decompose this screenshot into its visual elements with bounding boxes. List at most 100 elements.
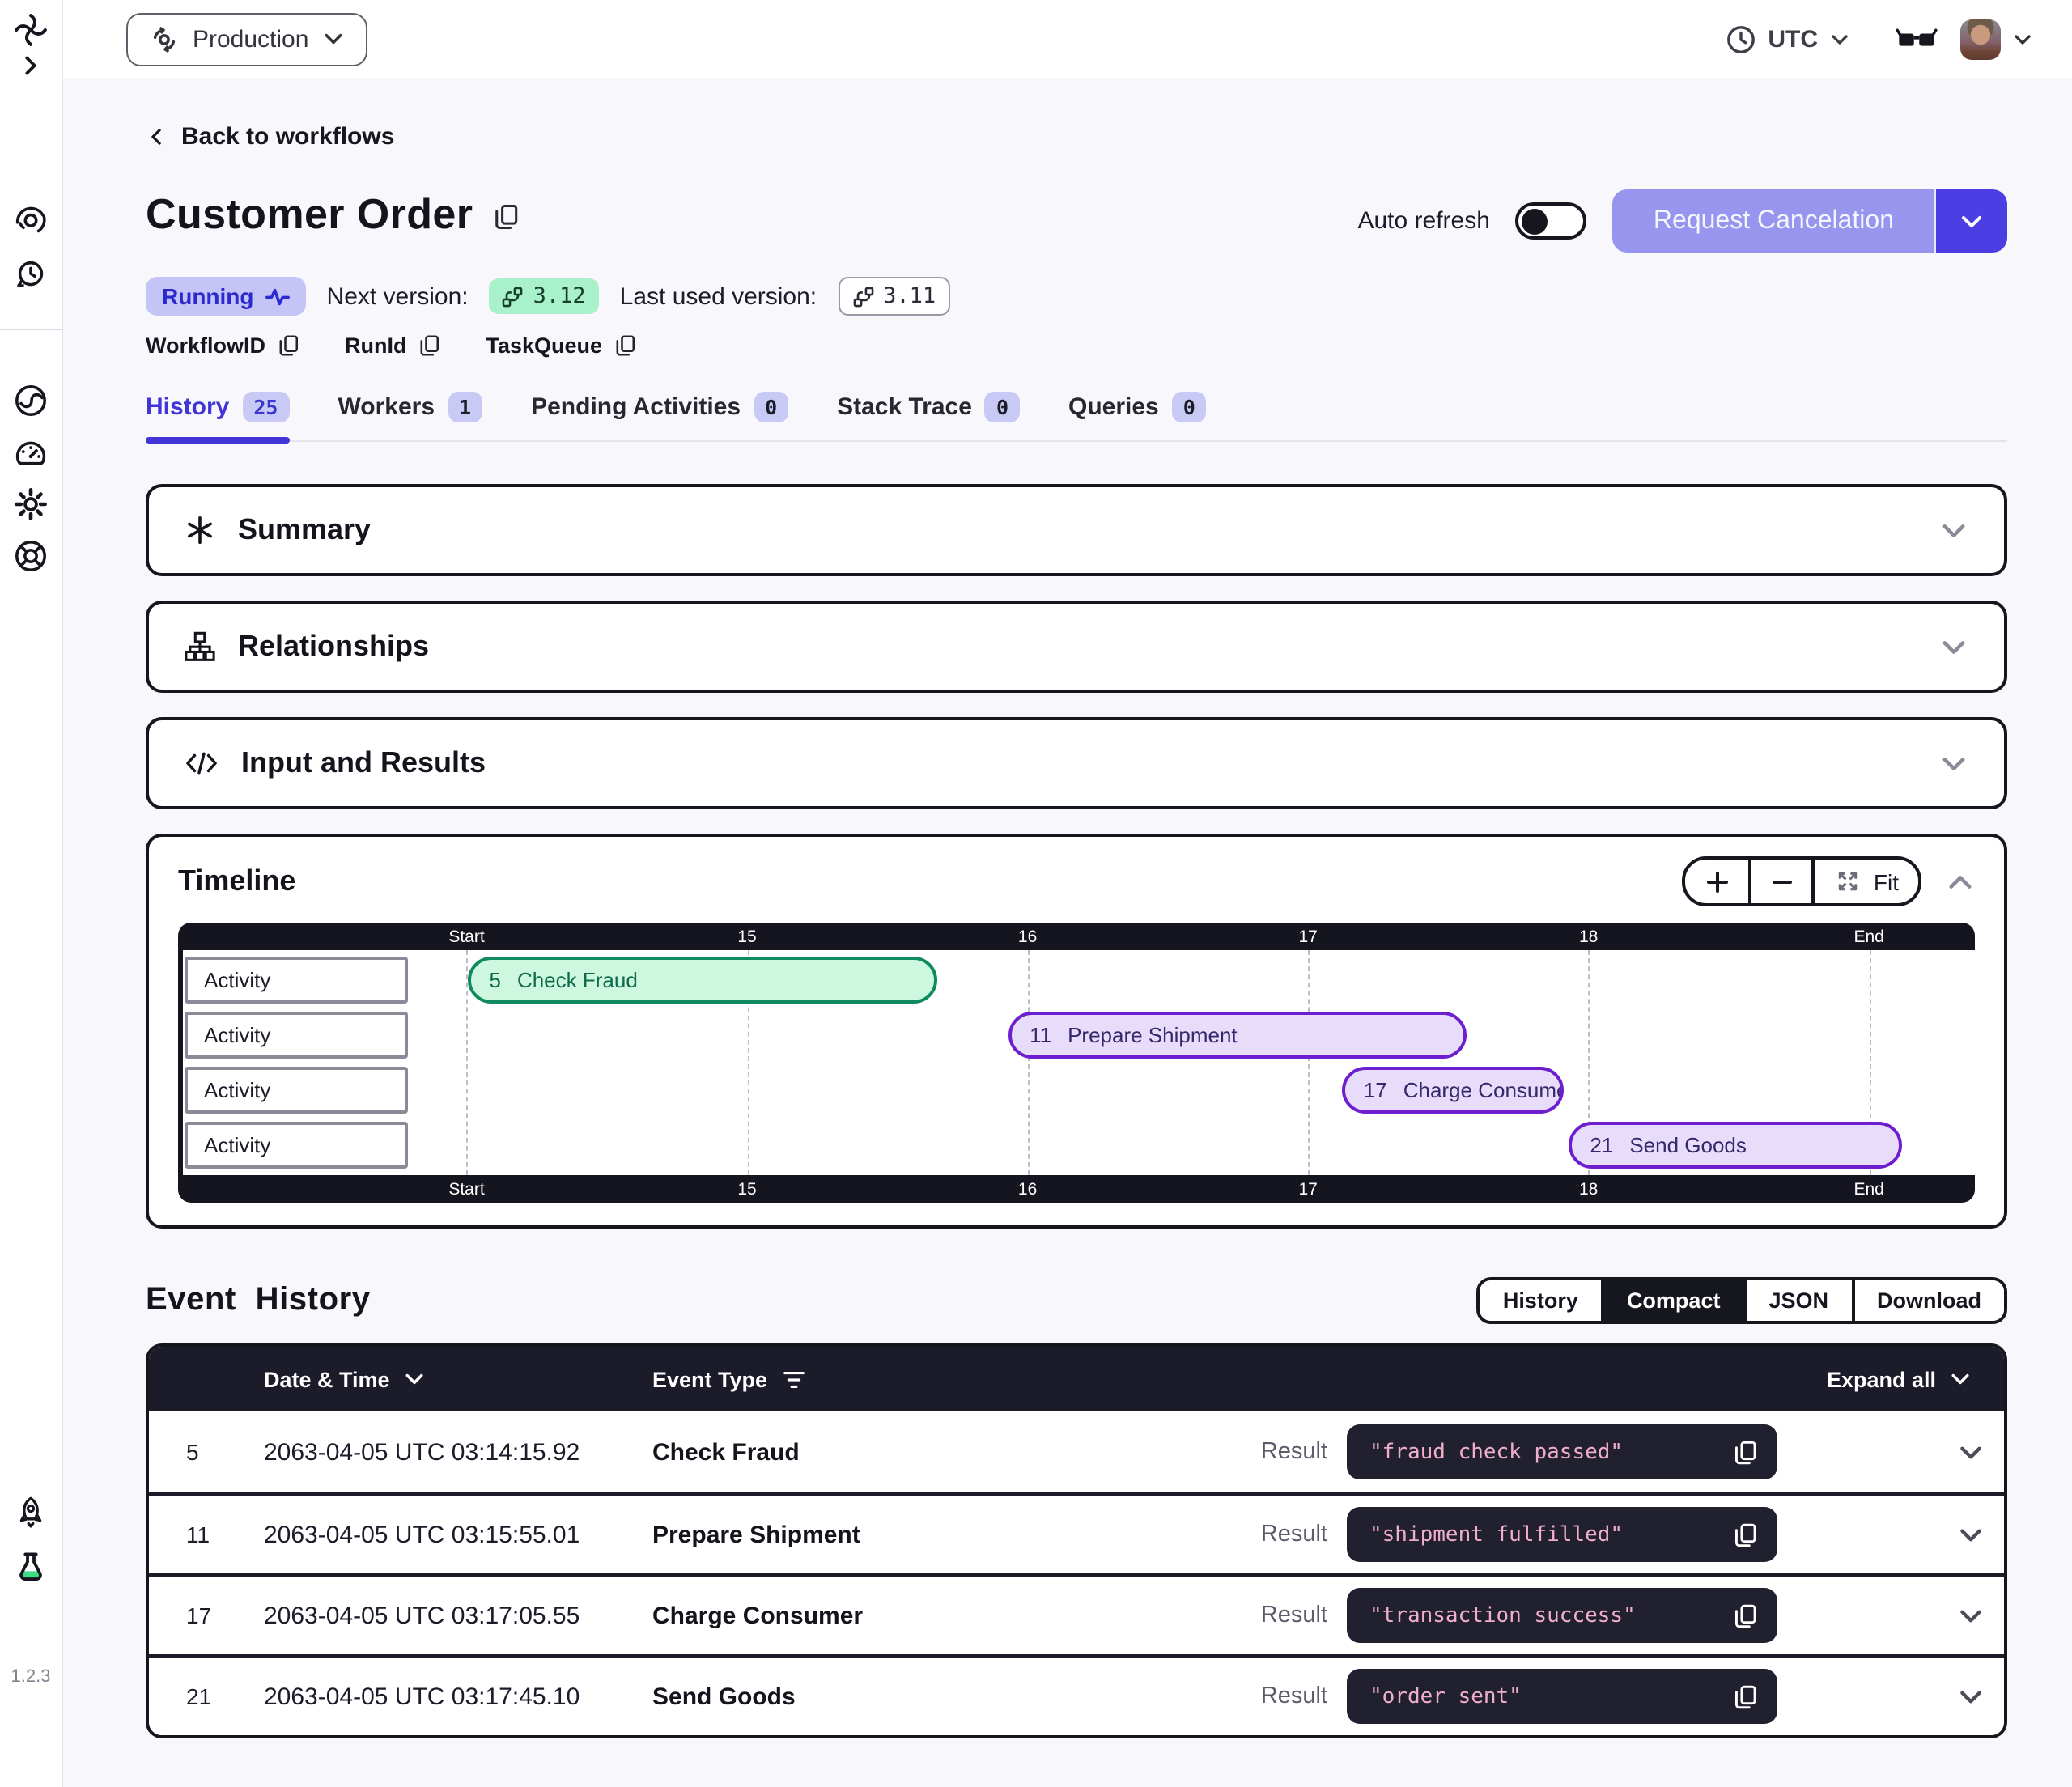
collapse-timeline-icon[interactable] xyxy=(1946,867,1975,896)
auto-refresh-label: Auto refresh xyxy=(1357,207,1489,235)
filter-icon xyxy=(782,1367,806,1391)
event-type-cell: Prepare Shipment xyxy=(652,1521,1198,1548)
tab-pending-activities[interactable]: Pending Activities 0 xyxy=(531,392,788,440)
nexus-nav-icon[interactable] xyxy=(14,384,48,418)
result-value: "shipment fulfilled" xyxy=(1369,1522,1732,1547)
gantt-bar-check-fraud[interactable]: 5 Check Fraud xyxy=(468,957,937,1004)
usage-nav-icon[interactable] xyxy=(14,435,48,469)
gantt-bar-prepare-shipment[interactable]: 11 Prepare Shipment xyxy=(1008,1012,1467,1059)
zoom-fit-button[interactable]: Fit xyxy=(1812,860,1918,903)
section-title: Summary xyxy=(238,513,371,547)
event-row-check-fraud[interactable]: 5 2063-04-05 UTC 03:14:15.92 Check Fraud… xyxy=(149,1411,2004,1492)
zoom-in-button[interactable] xyxy=(1686,860,1749,903)
fit-icon xyxy=(1835,868,1862,895)
workflow-id-item: WorkflowID xyxy=(146,333,301,358)
copy-result-icon[interactable] xyxy=(1732,1521,1760,1548)
chevron-down-icon xyxy=(1829,28,1850,49)
avatar[interactable] xyxy=(1960,19,2001,59)
view-json-button[interactable]: JSON xyxy=(1743,1280,1851,1321)
getting-started-nav-icon[interactable] xyxy=(14,1496,48,1530)
timeline-panel: Timeline Fit Start xyxy=(146,834,2007,1229)
input-results-accordion[interactable]: Input and Results xyxy=(146,717,2007,809)
tab-history[interactable]: History 25 xyxy=(146,392,290,440)
support-nav-icon[interactable] xyxy=(14,539,48,573)
labs-nav-icon[interactable] xyxy=(14,1551,48,1585)
expand-row-chevron-icon[interactable] xyxy=(1781,1438,2004,1466)
summary-accordion[interactable]: Summary xyxy=(146,484,2007,576)
tab-label: Workers xyxy=(338,393,435,421)
copy-result-icon[interactable] xyxy=(1732,1683,1760,1710)
request-cancelation-label: Request Cancelation xyxy=(1613,189,1934,253)
timeline-row-label: Activity xyxy=(185,1122,408,1169)
column-label: Event Type xyxy=(652,1367,767,1391)
timeline-axis-bottom: Start 15 16 17 18 End xyxy=(178,1175,1975,1203)
copy-task-queue-icon[interactable] xyxy=(614,333,638,358)
result-value: "order sent" xyxy=(1369,1684,1732,1708)
timeline-chart: Start 15 16 17 18 End Activity 5 xyxy=(178,923,1975,1203)
tab-workers[interactable]: Workers 1 xyxy=(338,392,483,440)
date-time-column-header[interactable]: Date & Time xyxy=(264,1367,652,1391)
relationships-accordion[interactable]: Relationships xyxy=(146,601,2007,693)
axis-tick: 15 xyxy=(737,927,756,946)
code-icon xyxy=(185,748,219,779)
cancelation-menu-chevron-icon[interactable] xyxy=(1934,189,2007,253)
result-chip: "transaction success" xyxy=(1347,1588,1777,1643)
auto-refresh-toggle[interactable] xyxy=(1516,202,1587,240)
event-id: 17 xyxy=(1364,1078,1387,1102)
copy-title-icon[interactable] xyxy=(492,202,521,231)
workflows-nav-icon[interactable] xyxy=(14,202,48,236)
section-title: Input and Results xyxy=(241,746,486,780)
result-label: Result xyxy=(1198,1683,1327,1709)
expand-row-chevron-icon[interactable] xyxy=(1781,1521,2004,1548)
temporal-logo-icon[interactable] xyxy=(14,13,48,47)
fit-label: Fit xyxy=(1874,868,1899,894)
request-cancelation-button[interactable]: Request Cancelation xyxy=(1613,189,2007,253)
view-compact-button[interactable]: Compact xyxy=(1601,1280,1743,1321)
timeline-row-label: Activity xyxy=(185,957,408,1004)
gantt-bar-charge-consumer[interactable]: 17 Charge Consumer xyxy=(1343,1067,1565,1114)
expand-row-chevron-icon[interactable] xyxy=(1781,1602,2004,1629)
timeline-row: Activity 17 Charge Consumer xyxy=(183,1067,1975,1114)
event-type-column-header[interactable]: Event Type xyxy=(652,1367,1827,1391)
namespace-label: Production xyxy=(193,25,308,53)
download-button[interactable]: Download xyxy=(1851,1280,2004,1321)
axis-tick: 18 xyxy=(1579,1179,1598,1199)
event-name: Send Goods xyxy=(1629,1133,1747,1157)
namespace-selector[interactable]: Production xyxy=(126,12,367,66)
event-row-charge-consumer[interactable]: 17 2063-04-05 UTC 03:17:05.55 Charge Con… xyxy=(149,1573,2004,1654)
chevron-left-icon xyxy=(146,126,167,147)
result-label: Result xyxy=(1198,1522,1327,1547)
git-branch-icon xyxy=(503,286,524,307)
result-chip: "shipment fulfilled" xyxy=(1347,1507,1777,1562)
top-bar: Production UTC xyxy=(63,0,2072,78)
event-row-prepare-shipment[interactable]: 11 2063-04-05 UTC 03:15:55.01 Prepare Sh… xyxy=(149,1492,2004,1573)
event-type-cell: Charge Consumer xyxy=(652,1602,1198,1629)
copy-result-icon[interactable] xyxy=(1732,1602,1760,1629)
user-menu-chevron-icon[interactable] xyxy=(2012,28,2033,49)
event-row-send-goods[interactable]: 21 2063-04-05 UTC 03:17:45.10 Send Goods… xyxy=(149,1654,2004,1735)
copy-run-id-icon[interactable] xyxy=(418,333,443,358)
copy-result-icon[interactable] xyxy=(1732,1438,1760,1466)
tab-stack-trace[interactable]: Stack Trace 0 xyxy=(837,392,1020,440)
event-history-title: Event History xyxy=(146,1282,371,1319)
result-value: "fraud check passed" xyxy=(1369,1440,1732,1464)
timeline-row: Activity 11 Prepare Shipment xyxy=(183,1012,1975,1059)
back-link-label: Back to workflows xyxy=(181,123,394,151)
expand-all-button[interactable]: Expand all xyxy=(1827,1367,1972,1391)
chevron-down-icon xyxy=(1939,516,1968,545)
back-to-workflows-link[interactable]: Back to workflows xyxy=(146,123,394,151)
gantt-bar-send-goods[interactable]: 21 Send Goods xyxy=(1569,1122,1901,1169)
schedules-nav-icon[interactable] xyxy=(14,257,48,291)
timezone-selector[interactable]: UTC xyxy=(1726,23,1850,54)
expand-row-chevron-icon[interactable] xyxy=(1781,1683,2004,1710)
next-version-value: 3.12 xyxy=(533,283,586,309)
view-history-button[interactable]: History xyxy=(1480,1280,1601,1321)
event-id-cell: 21 xyxy=(149,1683,264,1709)
copy-workflow-id-icon[interactable] xyxy=(277,333,301,358)
feedback-glasses-icon[interactable] xyxy=(1896,26,1938,52)
zoom-out-button[interactable] xyxy=(1749,860,1812,903)
result-chip: "fraud check passed" xyxy=(1347,1424,1777,1479)
tab-queries[interactable]: Queries 0 xyxy=(1068,392,1207,440)
settings-nav-icon[interactable] xyxy=(14,487,48,521)
expand-sidebar-icon[interactable] xyxy=(19,53,43,78)
